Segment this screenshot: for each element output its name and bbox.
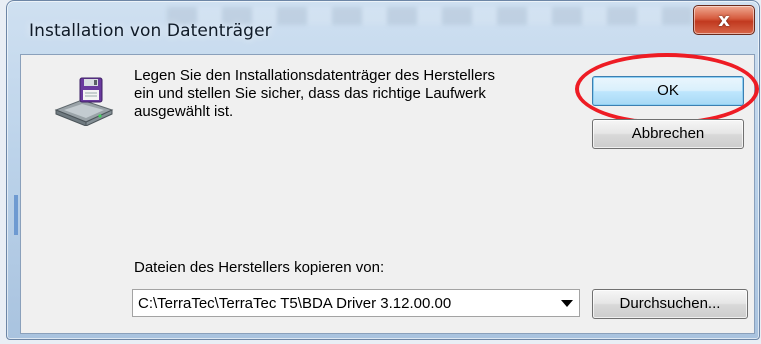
- path-value[interactable]: C:\TerraTec\TerraTec T5\BDA Driver 3.12.…: [138, 295, 543, 312]
- floppy-disk-drive-icon: [54, 77, 114, 126]
- browse-button[interactable]: Durchsuchen...: [592, 289, 748, 319]
- instruction-message: Legen Sie den Installationsdatenträger d…: [134, 67, 496, 120]
- cancel-button[interactable]: Abbrechen: [592, 119, 744, 149]
- path-combobox[interactable]: C:\TerraTec\TerraTec T5\BDA Driver 3.12.…: [132, 289, 580, 317]
- window-edge-strip: [14, 195, 18, 235]
- close-button[interactable]: x: [693, 5, 755, 35]
- ok-button[interactable]: OK: [592, 76, 744, 106]
- window-title: Installation von Datenträger: [29, 21, 272, 41]
- chevron-down-icon[interactable]: [561, 300, 573, 307]
- copy-from-label: Dateien des Herstellers kopieren von:: [134, 259, 385, 276]
